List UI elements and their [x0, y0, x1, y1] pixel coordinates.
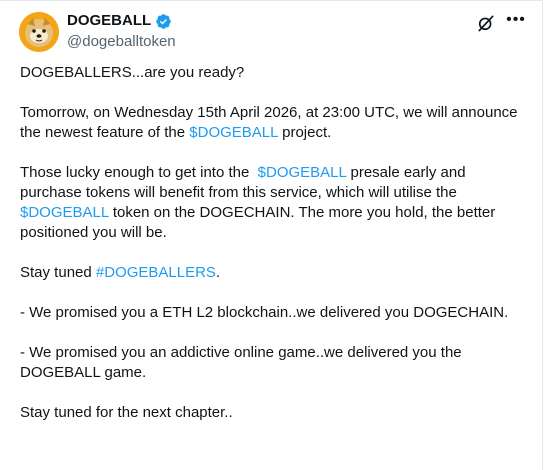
cashtag-link[interactable]: $DOGEBALL	[20, 204, 109, 221]
tweet-paragraph: Stay tuned for the next chapter..	[20, 403, 530, 423]
author-name[interactable]: DOGEBALL	[67, 12, 151, 30]
tweet-paragraph: - We promised you an addictive online ga…	[20, 343, 530, 383]
author-handle[interactable]: @dogeballtoken	[67, 33, 176, 51]
tweet-paragraph: Those lucky enough to get into the $DOGE…	[20, 163, 530, 243]
verified-badge-icon	[156, 13, 171, 29]
tweet-text-segment: - We promised you a ETH L2 blockchain..w…	[20, 304, 509, 321]
doge-avatar-icon	[19, 12, 59, 52]
author-avatar[interactable]	[19, 12, 59, 52]
tweet-paragraph: Tomorrow, on Wednesday 15th April 2026, …	[20, 103, 530, 143]
grok-icon[interactable]	[476, 13, 496, 33]
tweet-text-segment: Stay tuned	[20, 264, 96, 281]
tweet-paragraph: DOGEBALLERS...are you ready?	[20, 63, 530, 83]
cashtag-link[interactable]: $DOGEBALL	[258, 164, 347, 181]
tweet-paragraph: Stay tuned #DOGEBALLERS.	[20, 263, 530, 283]
tweet-text-segment: .	[215, 264, 221, 281]
tweet-text-segment: DOGEBALLERS...are you ready?	[20, 64, 245, 81]
tweet-actions-top: •••	[476, 12, 526, 33]
more-icon[interactable]: •••	[506, 12, 526, 33]
tweet-paragraph: - We promised you a ETH L2 blockchain..w…	[20, 303, 530, 323]
tweet-text: DOGEBALLERS...are you ready? Tomorrow, o…	[20, 63, 530, 423]
tweet-text-segment: Those lucky enough to get into the	[20, 164, 258, 181]
hashtag-link[interactable]: #DOGEBALLERS	[96, 264, 216, 281]
tweet-text-segment: project.	[277, 124, 332, 141]
tweet-text-segment: - We promised you an addictive online ga…	[20, 344, 462, 381]
author-name-row[interactable]: DOGEBALL	[67, 12, 172, 30]
cashtag-link[interactable]: $DOGEBALL	[189, 124, 278, 141]
tweet-card: DOGEBALL @dogeballtoken ••• DOGEBALLERS.…	[0, 0, 543, 470]
tweet-text-segment: Stay tuned for the next chapter..	[20, 404, 233, 421]
